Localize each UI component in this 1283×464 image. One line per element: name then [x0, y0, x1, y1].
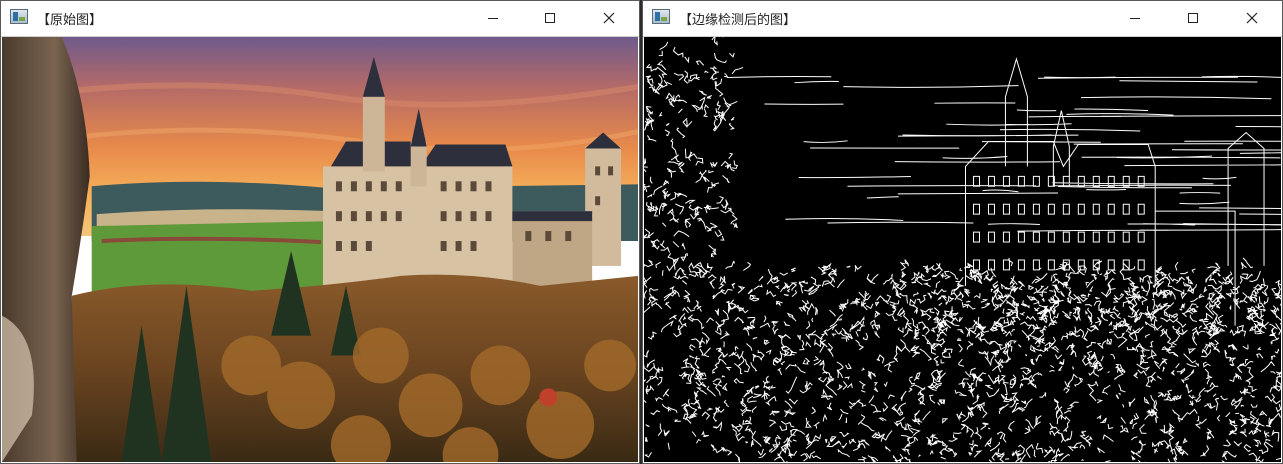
edge-image-window: 【边缘检测后的图】: [642, 0, 1283, 464]
opencv-window-icon: [10, 9, 28, 24]
opencv-window-icon: [652, 9, 670, 24]
window-title: 【边缘检测后的图】: [679, 13, 797, 28]
minimize-button[interactable]: [1112, 1, 1158, 34]
window-titlebar[interactable]: 【边缘检测后的图】: [643, 1, 1282, 37]
original-image-window: 【原始图】: [0, 0, 640, 464]
close-icon: [603, 12, 615, 23]
edge-image-canvas: [644, 37, 1281, 462]
close-button[interactable]: [586, 1, 632, 34]
maximize-icon: [545, 12, 555, 23]
minimize-icon: [1130, 17, 1140, 19]
close-button[interactable]: [1229, 1, 1275, 34]
minimize-icon: [488, 17, 498, 19]
original-image-canvas: [2, 37, 638, 462]
close-icon: [1246, 12, 1258, 23]
maximize-button[interactable]: [1170, 1, 1216, 34]
castle-photo: [2, 37, 638, 462]
minimize-button[interactable]: [470, 1, 516, 34]
window-titlebar[interactable]: 【原始图】: [1, 1, 639, 37]
maximize-button[interactable]: [527, 1, 573, 34]
window-title: 【原始图】: [37, 13, 103, 28]
maximize-icon: [1188, 12, 1198, 23]
edge-map: [644, 37, 1281, 462]
